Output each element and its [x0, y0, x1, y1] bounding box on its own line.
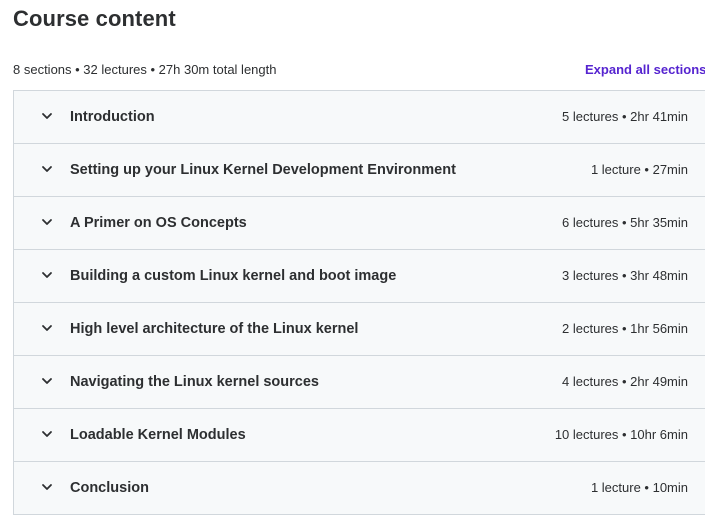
chevron-down-icon[interactable] — [41, 110, 53, 122]
chevron-down-icon[interactable] — [41, 428, 53, 440]
section-title: A Primer on OS Concepts — [70, 215, 247, 231]
section-title: Conclusion — [70, 480, 149, 496]
section-title: Setting up your Linux Kernel Development… — [70, 162, 456, 178]
section-title: Loadable Kernel Modules — [70, 427, 246, 443]
section-title: Navigating the Linux kernel sources — [70, 374, 319, 390]
section-meta: 1 lecture • 27min — [590, 162, 688, 177]
section-item[interactable]: Setting up your Linux Kernel Development… — [14, 144, 705, 197]
section-item[interactable]: A Primer on OS Concepts 6 lectures • 5hr… — [14, 197, 705, 250]
chevron-down-icon[interactable] — [41, 375, 53, 387]
section-list: Introduction 5 lectures • 2hr 41min Sett… — [13, 90, 705, 515]
course-summary-row: 8 sections • 32 lectures • 27h 30m total… — [13, 61, 705, 79]
chevron-down-icon[interactable] — [41, 269, 53, 281]
section-meta: 5 lectures • 2hr 41min — [562, 109, 688, 124]
section-item[interactable]: Navigating the Linux kernel sources 4 le… — [14, 356, 705, 409]
chevron-down-icon[interactable] — [41, 163, 53, 175]
expand-all-sections-button[interactable]: Expand all sections — [585, 61, 705, 79]
section-title: High level architecture of the Linux ker… — [70, 321, 359, 337]
chevron-down-icon[interactable] — [41, 322, 53, 334]
page-title: Course content — [13, 6, 176, 31]
section-title: Introduction — [70, 109, 155, 125]
section-meta: 3 lectures • 3hr 48min — [562, 268, 688, 283]
section-meta: 1 lecture • 10min — [590, 480, 688, 495]
section-meta: 4 lectures • 2hr 49min — [562, 374, 688, 389]
section-item[interactable]: Conclusion 1 lecture • 10min — [14, 462, 705, 514]
section-meta: 10 lectures • 10hr 6min — [554, 427, 688, 442]
chevron-down-icon[interactable] — [41, 481, 53, 493]
chevron-down-icon[interactable] — [41, 216, 53, 228]
section-item[interactable]: Loadable Kernel Modules 10 lectures • 10… — [14, 409, 705, 462]
section-meta: 2 lectures • 1hr 56min — [562, 321, 688, 336]
section-item[interactable]: Building a custom Linux kernel and boot … — [14, 250, 705, 303]
section-item[interactable]: High level architecture of the Linux ker… — [14, 303, 705, 356]
section-item[interactable]: Introduction 5 lectures • 2hr 41min — [14, 91, 705, 144]
section-meta: 6 lectures • 5hr 35min — [562, 215, 688, 230]
course-summary: 8 sections • 32 lectures • 27h 30m total… — [13, 62, 277, 77]
section-title: Building a custom Linux kernel and boot … — [70, 268, 397, 284]
